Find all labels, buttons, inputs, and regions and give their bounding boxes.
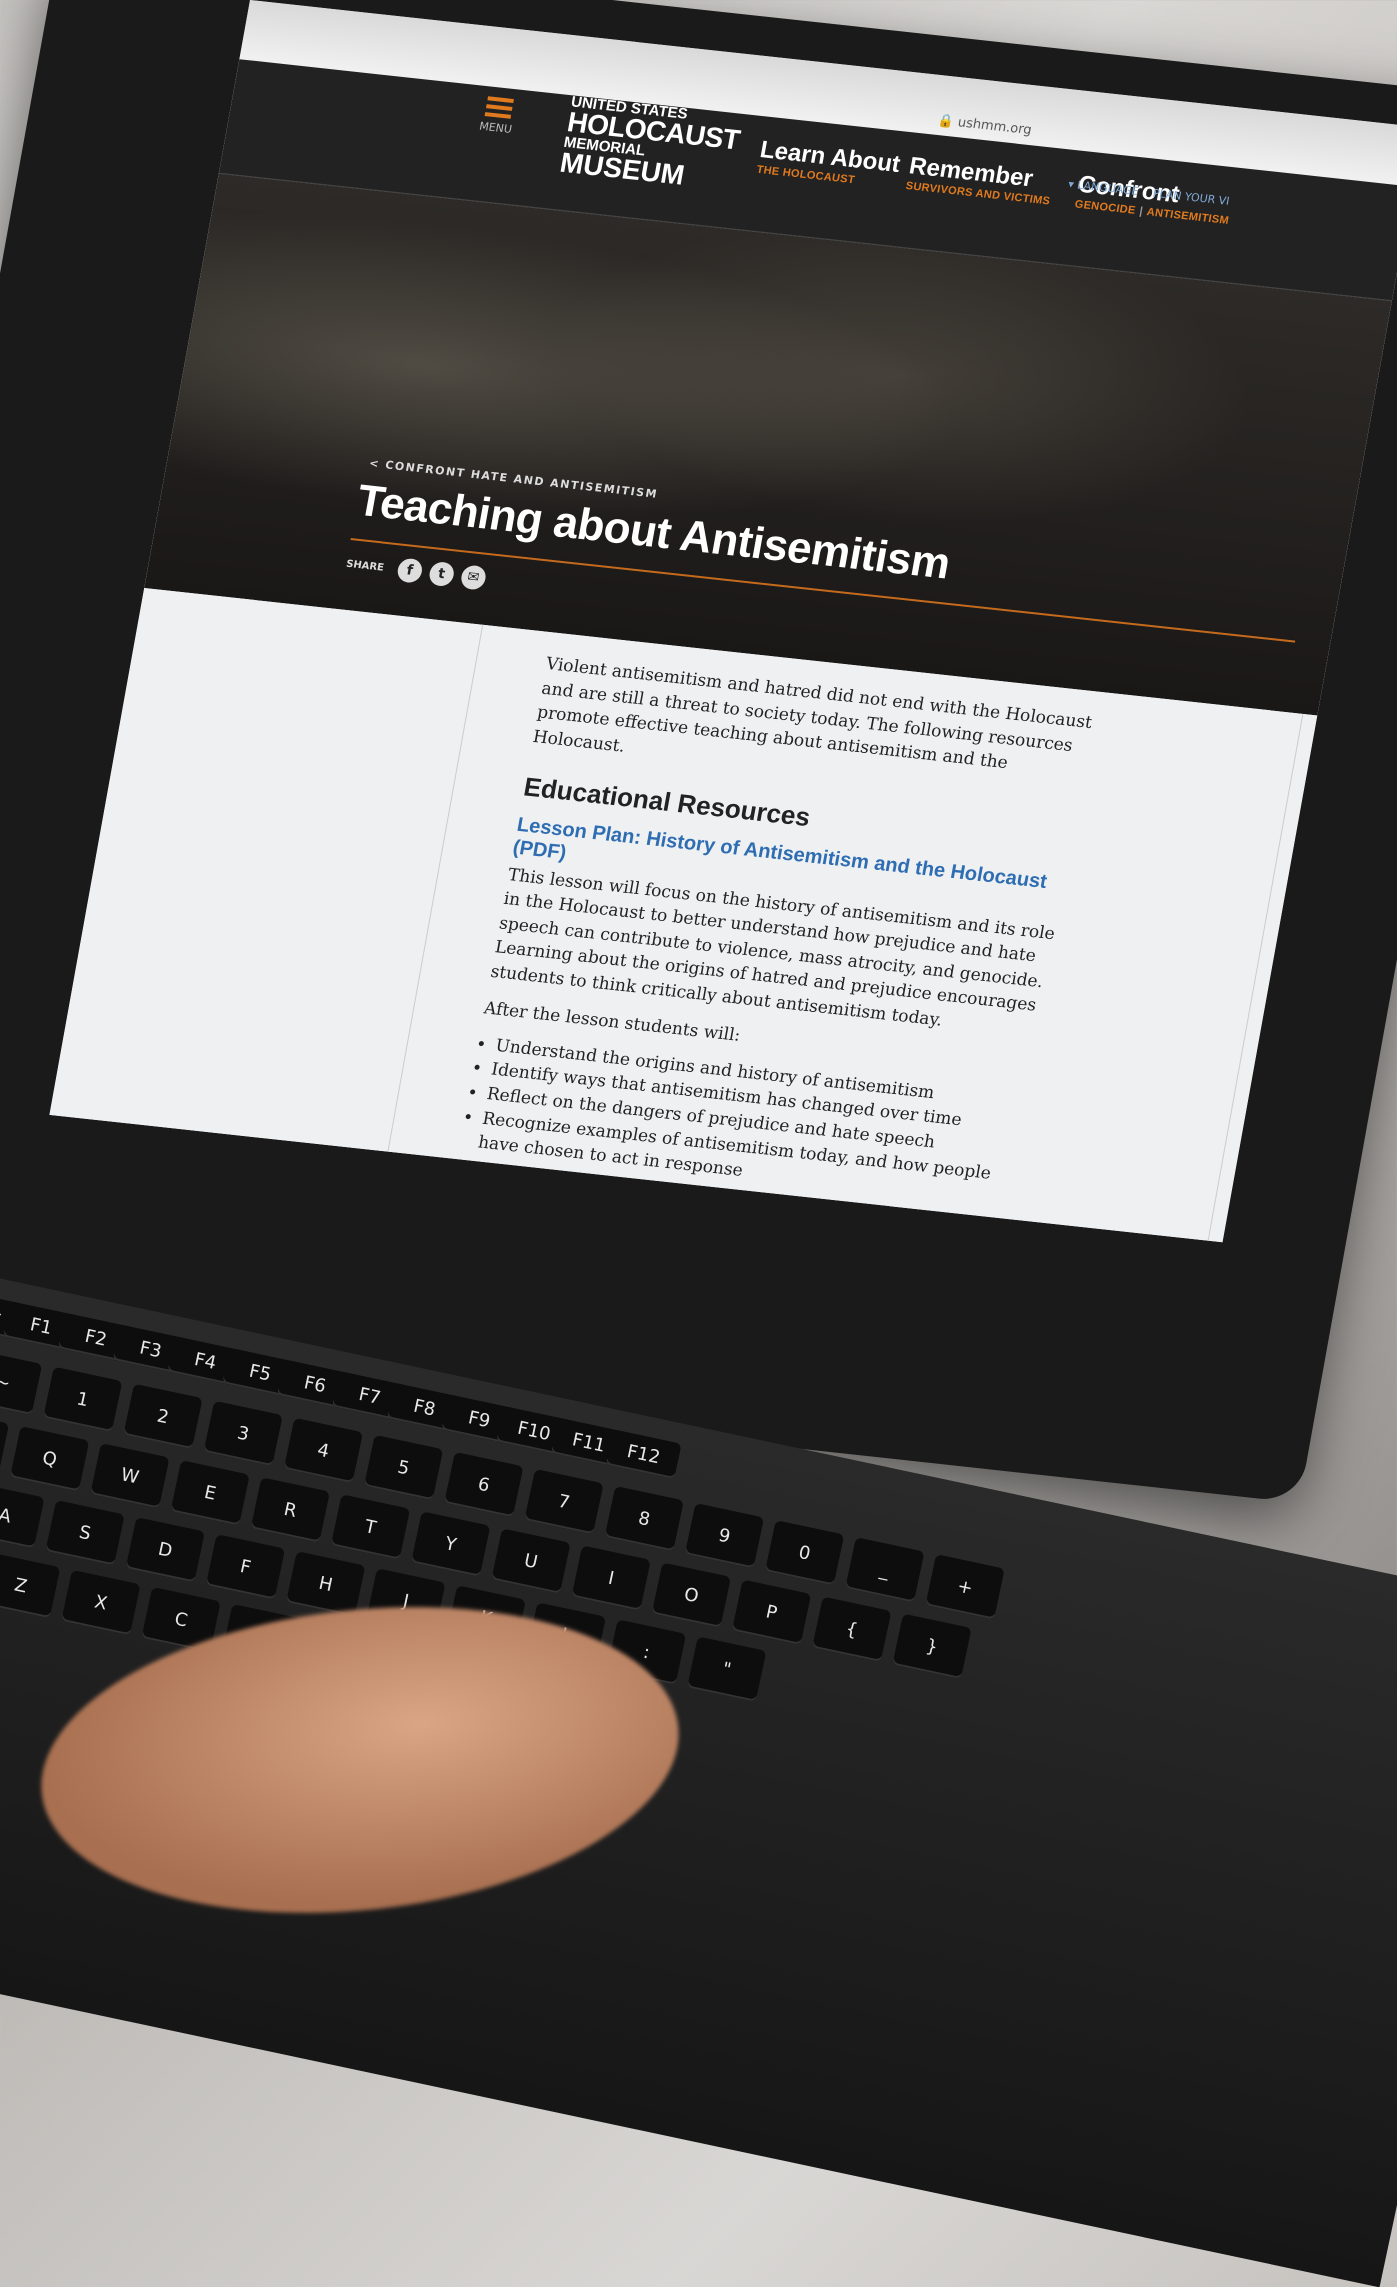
twitter-icon[interactable]: t <box>427 560 456 588</box>
key-q[interactable]: Q <box>10 1426 90 1492</box>
menu-label: MENU <box>478 119 514 136</box>
key-t[interactable]: T <box>330 1494 411 1560</box>
key-^6[interactable]: 6 <box>444 1451 524 1518</box>
key-i[interactable]: I <box>571 1545 651 1611</box>
key-~[interactable]: ~ <box>0 1349 43 1416</box>
menu-button[interactable]: MENU <box>465 90 532 137</box>
key-o[interactable]: O <box>651 1562 732 1628</box>
laptop-screen: 🔒ushmm.org MENU UNITED STATES HOLOCAUST … <box>49 0 1397 1243</box>
key-_[interactable]: _ <box>845 1537 925 1603</box>
share-label: SHARE <box>345 558 385 574</box>
lock-icon: 🔒 <box>936 113 956 130</box>
key-x[interactable]: X <box>61 1569 141 1636</box>
article-body: Violent antisemitism and hatred did not … <box>458 652 1105 1214</box>
key-r[interactable]: R <box>250 1477 330 1543</box>
key-z[interactable]: Z <box>0 1552 61 1619</box>
facebook-icon[interactable]: f <box>395 557 424 584</box>
key-tab[interactable]: Tab <box>0 1409 10 1475</box>
key-y[interactable]: Y <box>411 1511 491 1577</box>
key-s[interactable]: S <box>45 1500 125 1566</box>
key-f[interactable]: F <box>205 1534 286 1600</box>
key-#3[interactable]: 3 <box>203 1400 283 1467</box>
key-!1[interactable]: 1 <box>43 1366 123 1433</box>
key-{[interactable]: { <box>812 1596 892 1662</box>
key-$4[interactable]: 4 <box>283 1417 364 1484</box>
key-%5[interactable]: 5 <box>363 1434 444 1501</box>
key-)0[interactable]: 0 <box>765 1520 845 1586</box>
key-@2[interactable]: 2 <box>123 1383 203 1450</box>
key-w[interactable]: W <box>90 1443 170 1509</box>
key-e[interactable]: E <box>170 1460 250 1526</box>
key-+[interactable]: + <box>925 1554 1005 1620</box>
key-h[interactable]: H <box>286 1551 366 1617</box>
url-text: ushmm.org <box>956 115 1033 139</box>
email-icon[interactable]: ✉ <box>459 564 488 591</box>
key-d[interactable]: D <box>125 1517 205 1583</box>
key-p[interactable]: P <box>731 1579 812 1645</box>
key-*8[interactable]: 8 <box>604 1485 684 1552</box>
key-u[interactable]: U <box>491 1528 571 1594</box>
key-a[interactable]: A <box>0 1482 45 1549</box>
address-bar[interactable]: 🔒ushmm.org <box>936 113 1032 138</box>
hamburger-icon <box>468 94 531 120</box>
key-f12[interactable]: F12 <box>605 1429 682 1480</box>
key-(9[interactable]: 9 <box>684 1503 765 1569</box>
nav-separator: | <box>1138 205 1144 218</box>
key-"[interactable]: " <box>687 1636 767 1702</box>
share-bar: SHARE f t ✉ <box>344 552 488 591</box>
key-&7[interactable]: 7 <box>524 1468 604 1535</box>
key-}[interactable]: } <box>892 1613 972 1680</box>
museum-logo[interactable]: UNITED STATES HOLOCAUST MEMORIAL MUSEUM <box>558 93 744 194</box>
nav-learn-about[interactable]: Learn About THE HOLOCAUST <box>756 136 903 191</box>
nav-remember[interactable]: Remember SURVIVORS AND VICTIMS <box>905 152 1056 207</box>
